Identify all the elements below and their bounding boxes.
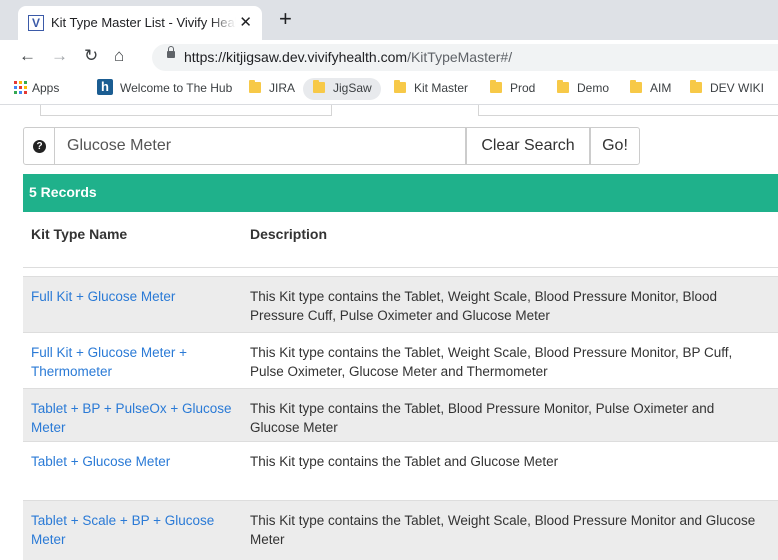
bookmark-kit-master[interactable]: Kit Master — [414, 80, 468, 96]
kit-type-link[interactable]: Full Kit + Glucose Meter + Thermometer — [31, 343, 236, 381]
folder-icon — [557, 80, 569, 93]
table-header: Kit Type Name Description — [23, 212, 778, 268]
folder-icon — [690, 80, 702, 93]
folder-icon — [313, 80, 325, 93]
kit-type-link[interactable]: Tablet + Scale + BP + Glucose Meter — [31, 511, 236, 549]
go-button[interactable]: Go! — [590, 127, 640, 165]
kit-type-table: Kit Type Name Description Full Kit + Glu… — [23, 212, 778, 560]
vivify-favicon-icon: V — [28, 15, 44, 31]
records-count: 5 Records — [29, 184, 97, 200]
reload-icon[interactable]: ↻ — [84, 46, 98, 66]
url-host: https://kitjigsaw.dev.vivifyhealth.com — [184, 49, 408, 65]
kit-type-description: This Kit type contains the Tablet, Weigh… — [250, 513, 756, 547]
browser-toolbar: ← → ↻ ⌂ https://kitjigsaw.dev.vivifyheal… — [0, 40, 778, 74]
bookmarks-bar: Apps h Welcome to The Hub JIRA JigSaw Ki… — [0, 74, 778, 105]
search-bar: ? Clear Search Go! — [23, 127, 778, 165]
kit-type-description: This Kit type contains the Tablet, Weigh… — [250, 345, 733, 379]
kit-type-link[interactable]: Full Kit + Glucose Meter — [31, 287, 236, 306]
table-row: Tablet + BP + PulseOx + Glucose Meter Th… — [23, 388, 778, 441]
page-content: ? Clear Search Go! 5 Records Kit Type Na… — [0, 105, 778, 560]
search-input[interactable] — [54, 127, 466, 165]
folder-icon — [394, 80, 406, 93]
bookmark-apps[interactable]: Apps — [32, 80, 59, 96]
question-circle-icon: ? — [33, 140, 46, 153]
home-icon[interactable]: ⌂ — [114, 46, 124, 66]
records-header: 5 Records — [23, 174, 778, 212]
browser-tab-strip: V Kit Type Master List - Vivify Healt ✕ … — [0, 0, 778, 40]
back-arrow-icon[interactable]: ← — [19, 46, 36, 66]
column-header-name[interactable]: Kit Type Name — [31, 226, 127, 242]
kit-type-description: This Kit type contains the Tablet, Blood… — [250, 401, 715, 435]
bookmark-prod[interactable]: Prod — [510, 80, 535, 96]
bookmark-jira[interactable]: JIRA — [269, 80, 295, 96]
folder-icon — [249, 80, 261, 93]
tab-panel-edge — [40, 105, 332, 116]
bookmark-hub[interactable]: Welcome to The Hub — [120, 80, 232, 96]
table-row: Tablet + Scale + BP + Glucose Meter This… — [23, 500, 778, 560]
new-tab-icon[interactable]: + — [279, 8, 292, 30]
folder-icon — [490, 80, 502, 93]
forward-arrow-icon[interactable]: → — [51, 46, 68, 66]
apps-grid-icon[interactable] — [14, 81, 27, 94]
clear-search-button[interactable]: Clear Search — [466, 127, 590, 165]
tab-title: Kit Type Master List - Vivify Healt — [51, 15, 236, 30]
kit-type-link[interactable]: Tablet + BP + PulseOx + Glucose Meter — [31, 399, 236, 437]
tab-panel-edge — [478, 105, 778, 116]
lock-icon — [167, 46, 175, 58]
table-spacer — [23, 268, 778, 276]
hub-logo-icon: h — [97, 79, 113, 95]
kit-type-link[interactable]: Tablet + Glucose Meter — [31, 452, 236, 471]
bookmark-dev-wiki[interactable]: DEV WIKI — [710, 80, 764, 96]
help-addon[interactable]: ? — [23, 127, 55, 165]
folder-icon — [630, 80, 642, 93]
url-text: https://kitjigsaw.dev.vivifyhealth.com/K… — [184, 49, 512, 65]
address-bar[interactable]: https://kitjigsaw.dev.vivifyhealth.com/K… — [152, 44, 778, 71]
close-icon[interactable]: ✕ — [239, 13, 252, 31]
bookmark-jigsaw[interactable]: JigSaw — [333, 80, 372, 96]
bookmark-aim[interactable]: AIM — [650, 80, 671, 96]
bookmark-demo[interactable]: Demo — [577, 80, 609, 96]
url-path: /KitTypeMaster#/ — [407, 49, 513, 65]
table-row: Full Kit + Glucose Meter + Thermometer T… — [23, 332, 778, 388]
kit-type-description: This Kit type contains the Tablet, Weigh… — [250, 289, 718, 323]
kit-type-description: This Kit type contains the Tablet and Gl… — [250, 454, 559, 469]
table-row: Full Kit + Glucose Meter This Kit type c… — [23, 276, 778, 332]
table-row: Tablet + Glucose Meter This Kit type con… — [23, 441, 778, 500]
browser-tab[interactable]: V Kit Type Master List - Vivify Healt ✕ — [18, 6, 262, 40]
column-header-description[interactable]: Description — [250, 226, 327, 242]
